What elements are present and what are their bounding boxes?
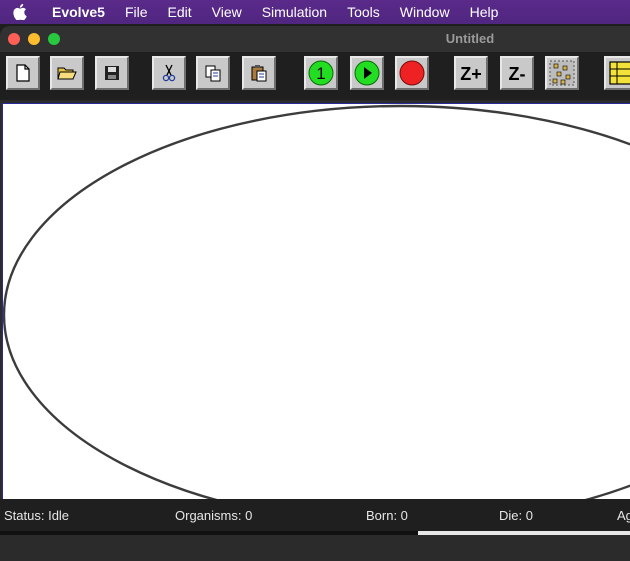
macos-menu-bar: Evolve5 File Edit View Simulation Tools … (0, 0, 630, 24)
app-window: Untitled 1 Z+ Z- (0, 26, 630, 561)
zoom-out-button[interactable]: Z- (500, 56, 534, 90)
open-file-button[interactable] (50, 56, 84, 90)
die-count: Die: 0 (499, 508, 533, 523)
toolbar: 1 Z+ Z- (0, 52, 630, 100)
menu-tools[interactable]: Tools (337, 0, 390, 24)
menu-edit[interactable]: Edit (158, 0, 202, 24)
universe-enclosure-ellipse (3, 104, 630, 523)
apple-menu-icon[interactable] (0, 4, 40, 20)
title-bar[interactable]: Untitled (0, 26, 630, 52)
floppy-disk-icon (105, 66, 119, 80)
copy-button[interactable] (196, 56, 230, 90)
app-menu[interactable]: Evolve5 (40, 0, 115, 24)
menu-help[interactable]: Help (460, 0, 509, 24)
menu-file[interactable]: File (115, 0, 158, 24)
step-label: 1 (316, 64, 325, 83)
simulation-universe-canvas[interactable] (2, 103, 630, 524)
page-icon (16, 64, 30, 82)
grid-dots-icon (549, 60, 575, 86)
stop-button[interactable] (395, 56, 429, 90)
folder-open-icon (57, 67, 77, 80)
zoom-out-label: Z- (509, 64, 526, 84)
play-icon (354, 60, 380, 86)
background-window-peek (418, 531, 630, 535)
copy-icon (205, 65, 221, 82)
window-controls (0, 33, 60, 45)
zoom-in-button[interactable]: Z+ (454, 56, 488, 90)
organisms-count: Organisms: 0 (175, 508, 253, 523)
grid-button[interactable] (545, 56, 579, 90)
minimize-window-button[interactable] (28, 33, 40, 45)
step-one-icon: 1 (308, 60, 334, 86)
age-label-partial: Ag (617, 508, 630, 523)
cut-button[interactable] (152, 56, 186, 90)
status-text: Status: Idle (4, 508, 70, 523)
yellow-grid-icon (609, 61, 630, 85)
menu-window[interactable]: Window (390, 0, 460, 24)
zoom-out-icon: Z- (509, 64, 526, 84)
status-bar: Status: Idle Organisms: 0 Born: 0 Die: 0… (0, 499, 630, 531)
step-button[interactable]: 1 (304, 56, 338, 90)
menu-view[interactable]: View (202, 0, 252, 24)
new-file-button[interactable] (6, 56, 40, 90)
close-window-button[interactable] (8, 33, 20, 45)
zoom-window-button[interactable] (48, 33, 60, 45)
zoom-in-label: Z+ (460, 64, 482, 84)
born-count: Born: 0 (366, 508, 408, 523)
save-file-button[interactable] (95, 56, 129, 90)
record-stop-icon (399, 60, 425, 86)
scissors-icon (162, 64, 176, 82)
window-title: Untitled (445, 31, 495, 46)
clipboard-icon (251, 65, 267, 82)
menu-simulation[interactable]: Simulation (252, 0, 337, 24)
run-button[interactable] (350, 56, 384, 90)
zoom-in-icon: Z+ (460, 64, 482, 84)
organism-view-button[interactable] (604, 56, 630, 90)
paste-button[interactable] (242, 56, 276, 90)
